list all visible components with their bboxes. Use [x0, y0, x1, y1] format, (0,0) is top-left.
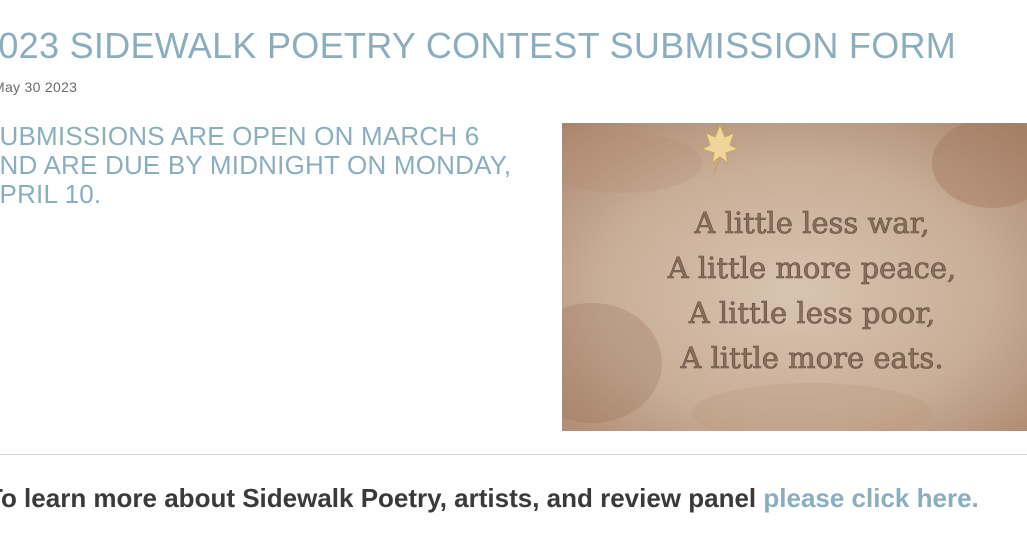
sidewalk-poem-photo: A little less war, A little more peace, … — [562, 123, 1027, 431]
page-title: 2023 SIDEWALK POETRY CONTEST SUBMISSION … — [0, 25, 957, 66]
poem-line-1: A little less war, — [693, 206, 929, 240]
learn-more-text: To learn more about Sidewalk Poetry, art… — [0, 483, 764, 513]
sidewalk-poem-image: A little less war, A little more peace, … — [562, 123, 1027, 431]
post-date: May 30 2023 — [0, 79, 78, 95]
click-here-link[interactable]: please click here. — [763, 483, 978, 513]
section-divider — [0, 454, 1027, 455]
poem-line-2: A little more peace, — [667, 251, 957, 285]
poem-line-4: A little more eats. — [679, 341, 943, 375]
submission-announcement: SUBMISSIONS ARE OPEN ON MARCH 6 AND ARE … — [0, 121, 512, 209]
learn-more-line: To learn more about Sidewalk Poetry, art… — [0, 481, 979, 515]
poem-line-3: A little less poor, — [688, 296, 935, 330]
